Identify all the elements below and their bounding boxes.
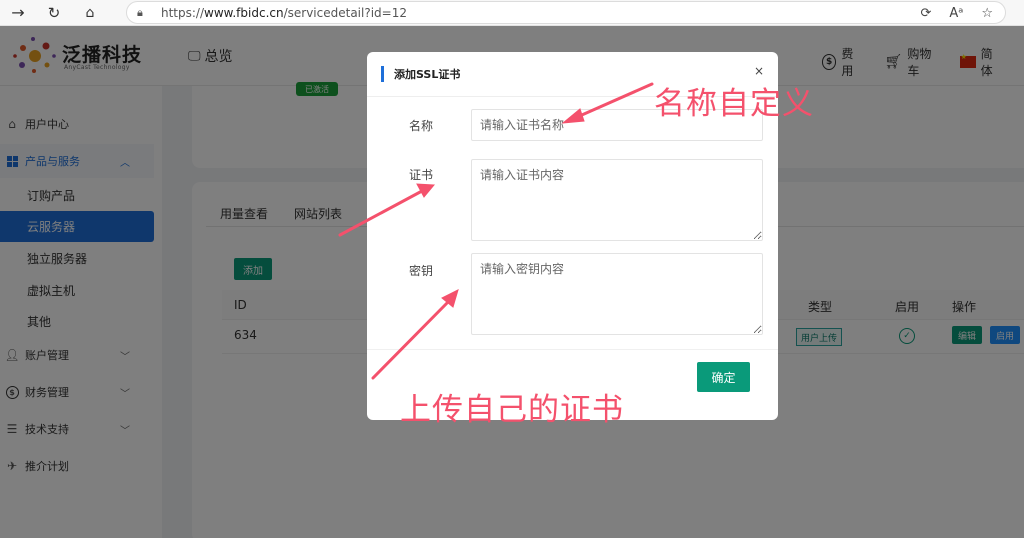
reload-icon[interactable]: ↻ [36, 0, 72, 26]
modal-title: 添加SSL证书 [394, 68, 461, 81]
refresh-badge-icon[interactable]: ⟳ [920, 6, 931, 21]
url-host: www.fbidc.cn [204, 5, 284, 20]
favorite-star-icon[interactable]: ☆ [981, 6, 993, 21]
reader-mode-icon[interactable]: Aᵃ [949, 6, 963, 21]
lock-icon: 🔒︎ [137, 5, 143, 19]
confirm-button[interactable]: 确定 [697, 362, 750, 392]
key-label: 密钥 [409, 264, 434, 278]
annotation-name-custom: 名称自定义 [654, 86, 814, 122]
title-accent-bar [381, 66, 384, 82]
cert-label: 证书 [409, 168, 434, 182]
url-path: /servicedetail?id=12 [283, 5, 407, 20]
modal-header: 添加SSL证书 [381, 66, 460, 82]
close-icon[interactable]: × [754, 64, 764, 78]
modal-footer-divider [367, 349, 778, 350]
key-content-textarea[interactable] [471, 253, 763, 335]
address-bar[interactable]: 🔒︎ https://www.fbidc.cn/servicedetail?id… [126, 1, 1006, 24]
name-label: 名称 [409, 119, 434, 133]
cert-content-textarea[interactable] [471, 159, 763, 241]
home-icon[interactable]: ⌂ [72, 0, 108, 26]
browser-toolbar: → ↻ ⌂ 🔒︎ https://www.fbidc.cn/servicedet… [0, 0, 1024, 26]
annotation-upload-cert: 上传自己的证书 [400, 392, 624, 428]
url-prefix: https:// [161, 5, 205, 20]
forward-icon[interactable]: → [0, 0, 36, 26]
